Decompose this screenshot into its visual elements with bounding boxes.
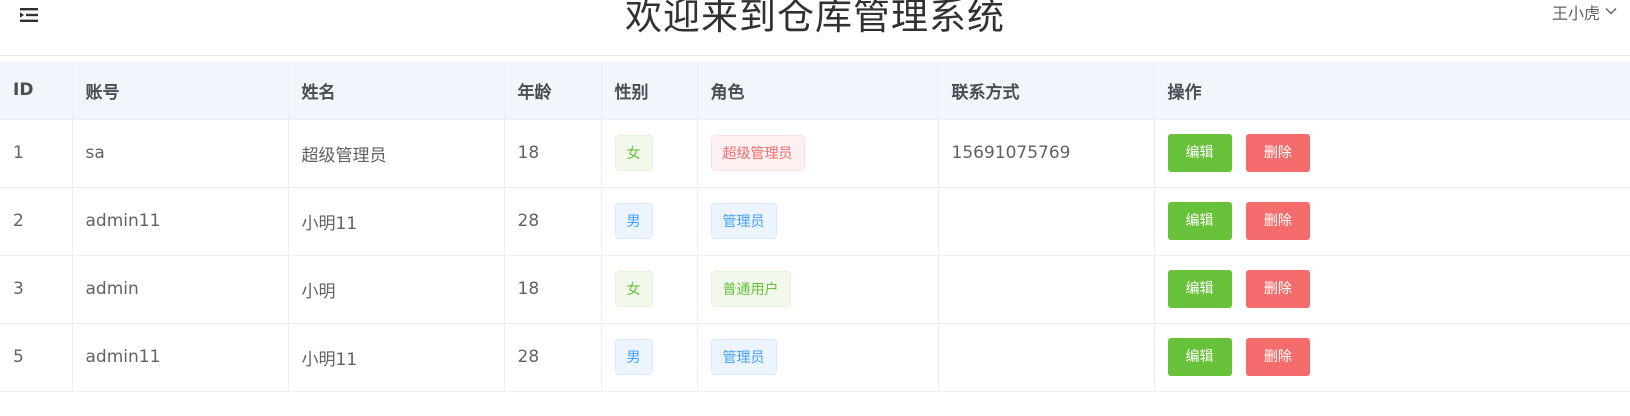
cell-phone bbox=[938, 323, 1155, 392]
delete-button[interactable]: 删除 bbox=[1245, 134, 1310, 172]
cell-name: 小明 bbox=[288, 255, 505, 324]
delete-button[interactable]: 删除 bbox=[1245, 270, 1310, 308]
cell-age: 18 bbox=[504, 255, 602, 324]
cell-phone bbox=[938, 255, 1155, 324]
role-tag: 超级管理员 bbox=[710, 135, 805, 171]
column-header-role[interactable]: 角色 bbox=[697, 62, 939, 120]
page-title: 欢迎来到仓库管理系统 bbox=[625, 0, 1005, 38]
cell-role: 管理员 bbox=[697, 187, 939, 256]
delete-button[interactable]: 删除 bbox=[1245, 202, 1310, 240]
table-row: 3 admin 小明 18 女 普通用户 编辑 删除 bbox=[0, 255, 1630, 324]
edit-button[interactable]: 编辑 bbox=[1167, 202, 1232, 240]
column-header-name[interactable]: 姓名 bbox=[288, 62, 505, 120]
role-tag: 管理员 bbox=[710, 339, 777, 375]
cell-sex: 女 bbox=[601, 255, 698, 324]
column-header-sex[interactable]: 性别 bbox=[601, 62, 698, 120]
sex-tag: 男 bbox=[614, 339, 653, 375]
edit-button[interactable]: 编辑 bbox=[1167, 338, 1232, 376]
cell-name: 小明11 bbox=[288, 187, 505, 256]
user-table: ID 账号 姓名 年龄 性别 角色 联系方式 操作 1 sa 超级管理员 18 … bbox=[0, 62, 1630, 392]
cell-age: 18 bbox=[504, 119, 602, 188]
cell-role: 普通用户 bbox=[697, 255, 939, 324]
delete-button[interactable]: 删除 bbox=[1245, 338, 1310, 376]
table-header-row: ID 账号 姓名 年龄 性别 角色 联系方式 操作 bbox=[0, 62, 1630, 120]
cell-phone bbox=[938, 187, 1155, 256]
column-header-age[interactable]: 年龄 bbox=[504, 62, 602, 120]
cell-name: 小明11 bbox=[288, 323, 505, 392]
edit-button[interactable]: 编辑 bbox=[1167, 134, 1232, 172]
column-header-phone[interactable]: 联系方式 bbox=[938, 62, 1155, 120]
role-tag: 管理员 bbox=[710, 203, 777, 239]
role-tag: 普通用户 bbox=[710, 271, 791, 307]
cell-account: admin11 bbox=[72, 187, 289, 256]
cell-account: sa bbox=[72, 119, 289, 188]
sex-tag: 女 bbox=[614, 271, 653, 307]
cell-phone: 15691075769 bbox=[938, 119, 1155, 188]
column-header-account[interactable]: 账号 bbox=[72, 62, 289, 120]
sex-tag: 女 bbox=[614, 135, 653, 171]
table-row: 5 admin11 小明11 28 男 管理员 编辑 删除 bbox=[0, 323, 1630, 392]
cell-id: 5 bbox=[0, 323, 73, 392]
column-header-actions[interactable]: 操作 bbox=[1154, 62, 1630, 120]
cell-actions: 编辑 删除 bbox=[1154, 255, 1630, 324]
table-row: 2 admin11 小明11 28 男 管理员 编辑 删除 bbox=[0, 187, 1630, 256]
user-name: 王小虎 bbox=[1551, 4, 1600, 23]
chevron-down-icon bbox=[1604, 3, 1618, 22]
table-row: 1 sa 超级管理员 18 女 超级管理员 15691075769 编辑 删除 bbox=[0, 119, 1630, 188]
cell-sex: 男 bbox=[601, 187, 698, 256]
cell-actions: 编辑 删除 bbox=[1154, 119, 1630, 188]
cell-age: 28 bbox=[504, 187, 602, 256]
cell-role: 超级管理员 bbox=[697, 119, 939, 188]
cell-sex: 男 bbox=[601, 323, 698, 392]
cell-sex: 女 bbox=[601, 119, 698, 188]
cell-actions: 编辑 删除 bbox=[1154, 323, 1630, 392]
user-dropdown[interactable]: 王小虎 bbox=[1552, 0, 1618, 24]
cell-id: 2 bbox=[0, 187, 73, 256]
cell-account: admin11 bbox=[72, 323, 289, 392]
cell-role: 管理员 bbox=[697, 323, 939, 392]
cell-age: 28 bbox=[504, 323, 602, 392]
edit-button[interactable]: 编辑 bbox=[1167, 270, 1232, 308]
column-header-id[interactable]: ID bbox=[0, 62, 73, 120]
top-header: 欢迎来到仓库管理系统 王小虎 bbox=[0, 0, 1630, 56]
sex-tag: 男 bbox=[614, 203, 653, 239]
cell-id: 1 bbox=[0, 119, 73, 188]
cell-id: 3 bbox=[0, 255, 73, 324]
cell-actions: 编辑 删除 bbox=[1154, 187, 1630, 256]
cell-account: admin bbox=[72, 255, 289, 324]
cell-name: 超级管理员 bbox=[288, 119, 505, 188]
